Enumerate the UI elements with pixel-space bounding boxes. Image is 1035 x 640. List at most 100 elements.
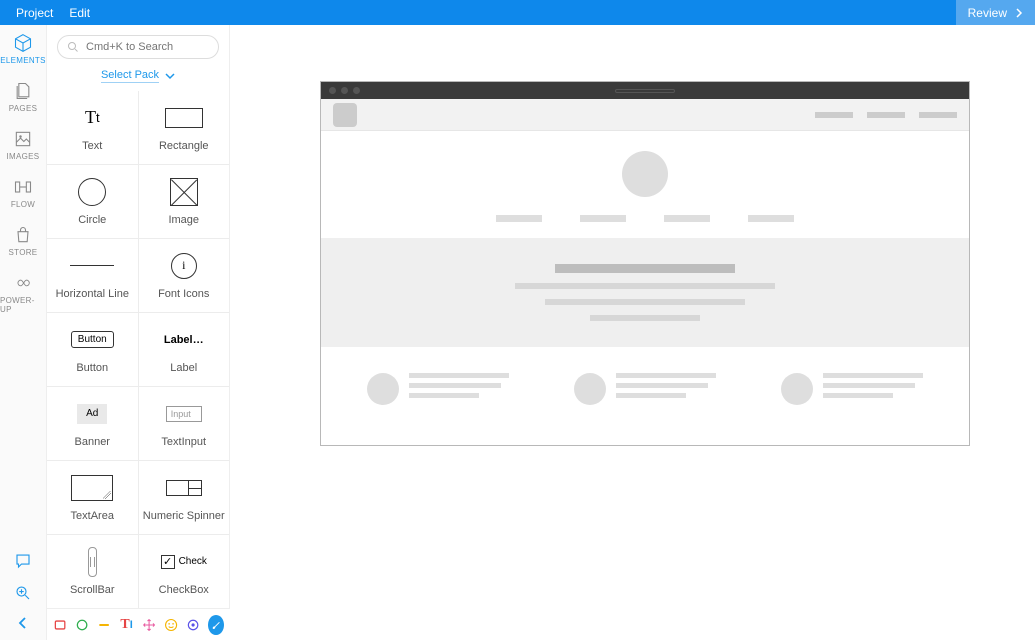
button-icon: Button: [71, 331, 114, 348]
infinity-icon: [13, 273, 33, 293]
rail-pages[interactable]: PAGES: [9, 81, 37, 113]
element-label: Numeric Spinner: [143, 510, 225, 522]
avatar-placeholder: [781, 373, 813, 405]
rail-label: PAGES: [9, 104, 37, 113]
select-pack-label: Select Pack: [101, 69, 159, 83]
hero-section: [321, 131, 969, 238]
nav-link-placeholder: [815, 112, 853, 118]
element-fonticons[interactable]: i Font Icons: [139, 239, 230, 312]
feature-column: [574, 373, 716, 405]
checkbox-icon: ✓: [161, 555, 175, 569]
element-scrollbar[interactable]: ScrollBar: [47, 535, 139, 608]
tool-rect-icon[interactable]: [53, 616, 67, 634]
rail-images[interactable]: IMAGES: [7, 129, 40, 161]
mockup-titlebar: [321, 82, 969, 99]
nav-link-placeholder: [919, 112, 957, 118]
chat-icon[interactable]: [14, 552, 32, 570]
element-circle[interactable]: Circle: [47, 165, 139, 238]
tool-move-icon[interactable]: [142, 616, 156, 634]
mockup-header: [321, 99, 969, 131]
mockup-window[interactable]: [320, 81, 970, 446]
content-band: [321, 238, 969, 347]
element-label: Text: [82, 140, 102, 152]
avatar-placeholder: [622, 151, 668, 197]
zoom-icon[interactable]: [14, 584, 32, 602]
nav-item-placeholder: [748, 215, 794, 222]
element-text[interactable]: Tt Text: [47, 91, 139, 164]
review-label: Review: [968, 6, 1007, 20]
tool-circle-icon[interactable]: [75, 616, 89, 634]
text-icon: Tt: [85, 104, 100, 132]
element-label: Font Icons: [158, 288, 209, 300]
select-pack-dropdown[interactable]: Select Pack: [47, 63, 229, 91]
tool-emoji-icon[interactable]: [164, 616, 178, 634]
logo-placeholder: [333, 103, 357, 127]
element-rectangle[interactable]: Rectangle: [139, 91, 230, 164]
bag-icon: [13, 225, 33, 245]
rectangle-icon: [165, 108, 203, 128]
review-button[interactable]: Review: [956, 0, 1035, 25]
element-label: TextArea: [71, 510, 114, 522]
image-placeholder-icon: [170, 178, 198, 206]
tool-line-icon[interactable]: [97, 616, 111, 634]
circle-icon: [78, 178, 106, 206]
nav-item-placeholder: [496, 215, 542, 222]
element-label[interactable]: Label… Label: [139, 313, 230, 386]
image-icon: [13, 129, 33, 149]
feature-column: [781, 373, 923, 405]
element-hline[interactable]: Horizontal Line: [47, 239, 139, 312]
rail-label: ELEMENTS: [0, 56, 46, 65]
element-button[interactable]: Button Button: [47, 313, 139, 386]
search-icon: [67, 41, 79, 53]
chevron-right-icon: [1015, 8, 1023, 18]
tool-text-icon[interactable]: TI: [120, 616, 134, 634]
element-label: Label: [170, 362, 197, 374]
feature-column: [367, 373, 509, 405]
elements-grid: Tt Text Rectangle Circle Ima: [47, 91, 229, 640]
chevron-down-icon: [165, 72, 175, 80]
shape-toolbar: TI: [47, 608, 230, 640]
element-label: TextInput: [161, 436, 206, 448]
banner-icon: Ad: [77, 404, 107, 424]
menu-project[interactable]: Project: [8, 6, 61, 20]
address-bar-icon: [615, 89, 675, 93]
elements-panel: Select Pack Tt Text Rectangle: [47, 25, 230, 640]
feature-columns: [321, 347, 969, 445]
rail-flow[interactable]: FLOW: [11, 177, 35, 209]
element-label: Button: [76, 362, 108, 374]
info-icon: i: [171, 253, 197, 279]
textinput-icon: Input: [166, 406, 202, 422]
rail-elements[interactable]: ELEMENTS: [0, 33, 46, 65]
element-numspinner[interactable]: Numeric Spinner: [139, 461, 230, 534]
element-label: Banner: [75, 436, 110, 448]
element-image[interactable]: Image: [139, 165, 230, 238]
element-textinput[interactable]: Input TextInput: [139, 387, 230, 460]
rail-label: FLOW: [11, 200, 35, 209]
rail-label: IMAGES: [7, 152, 40, 161]
menu-edit[interactable]: Edit: [61, 6, 98, 20]
element-label: CheckBox: [159, 584, 209, 596]
tool-target-icon[interactable]: [186, 616, 200, 634]
textarea-icon: [71, 475, 113, 501]
element-label: Image: [168, 214, 199, 226]
scrollbar-icon: [88, 547, 97, 577]
tool-brush-icon[interactable]: [208, 615, 224, 635]
traffic-light-icon: [341, 87, 348, 94]
left-rail: ELEMENTS PAGES IMAGES FLOW STORE POWER-U…: [0, 25, 47, 640]
rail-store[interactable]: STORE: [9, 225, 38, 257]
traffic-light-icon: [353, 87, 360, 94]
element-textarea[interactable]: TextArea: [47, 461, 139, 534]
chevron-left-icon[interactable]: [16, 616, 30, 630]
menu-bar: Project Edit Review: [0, 0, 1035, 25]
rail-powerup[interactable]: POWER-UP: [0, 273, 46, 314]
search-input[interactable]: [57, 35, 219, 59]
element-banner[interactable]: Ad Banner: [47, 387, 139, 460]
cube-icon: [13, 33, 33, 53]
element-checkbox[interactable]: ✓Check CheckBox: [139, 535, 230, 608]
canvas[interactable]: [230, 25, 1035, 640]
rail-label: STORE: [9, 248, 38, 257]
heading-placeholder: [555, 264, 735, 273]
paragraph-placeholder: [590, 315, 700, 321]
avatar-placeholder: [367, 373, 399, 405]
element-label: Rectangle: [159, 140, 209, 152]
